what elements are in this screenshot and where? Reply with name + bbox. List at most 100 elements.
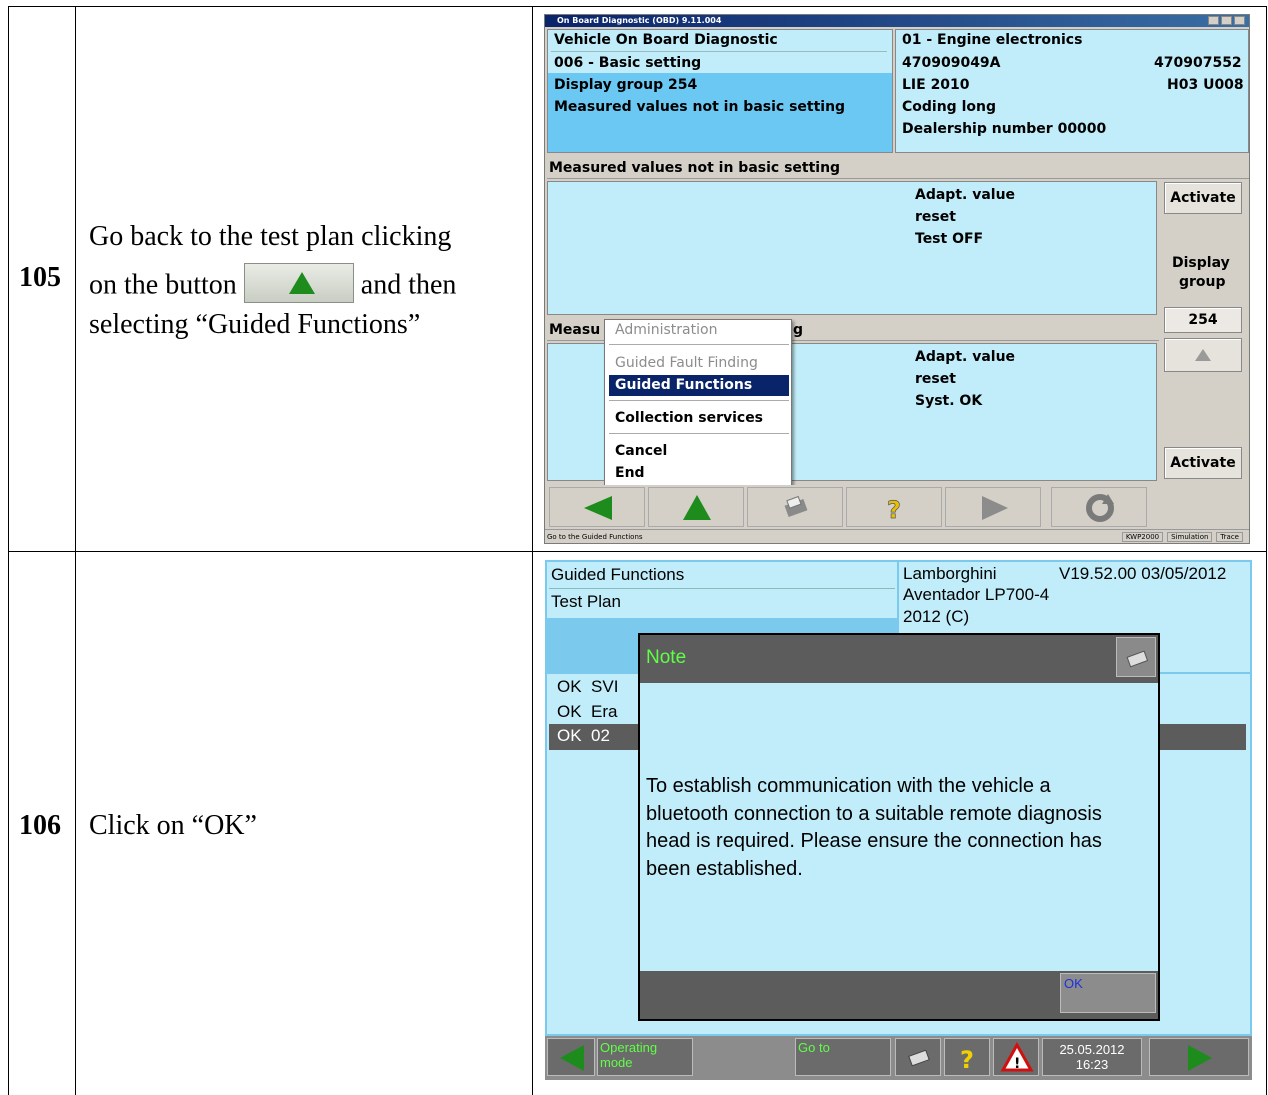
forward-button[interactable]: [1149, 1038, 1249, 1076]
model-label: Aventador LP700-4: [903, 585, 1050, 604]
date-label: 25.05.2012: [1059, 1042, 1125, 1057]
bottom-toolbar: Operating mode Go to ? ! 25.05.2012 16:2…: [545, 1036, 1252, 1080]
back-button[interactable]: [547, 1038, 595, 1076]
list-item[interactable]: OK SVI: [557, 677, 618, 697]
warning-button[interactable]: !: [993, 1038, 1039, 1076]
print-button[interactable]: [895, 1038, 941, 1076]
instruction-line-3: selecting “Guided Functions”: [89, 309, 421, 340]
dialog-header: Note: [640, 635, 1158, 683]
section1-value-2: reset: [915, 209, 956, 225]
up-button[interactable]: [648, 487, 744, 527]
menu-item-end[interactable]: End: [609, 463, 789, 484]
dialog-footer: OK: [640, 971, 1158, 1019]
instruction-line-1: Go back to the test plan clicking: [89, 221, 452, 252]
minimize-button[interactable]: [1208, 16, 1219, 25]
header-divider: [551, 51, 887, 52]
section1-title: Measured values not in basic setting: [547, 157, 1249, 179]
printer-icon: [908, 1049, 930, 1067]
list-item-status: OK: [557, 702, 582, 721]
help-button[interactable]: ?: [846, 487, 942, 527]
coding-label: Coding long: [902, 99, 996, 115]
menu-item-cancel[interactable]: Cancel: [609, 441, 789, 462]
display-group-label-2: group: [1179, 274, 1226, 290]
section1-value-3: Test OFF: [915, 231, 984, 247]
list-item[interactable]: OK Era: [557, 702, 617, 722]
bottom-toolbar: ?: [547, 485, 1249, 529]
right-arrow-icon: [1188, 1045, 1212, 1071]
instruction-line-2a: on the button: [89, 269, 237, 301]
dialog-message: To establish communication with the vehi…: [646, 775, 1102, 880]
status-text: Go to the Guided Functions: [547, 533, 643, 541]
printer-icon: [1126, 650, 1149, 668]
year-label: 2012 (C): [903, 607, 970, 626]
step-number-106: 106: [19, 810, 61, 841]
menu-item-guided-functions[interactable]: Guided Functions: [609, 375, 789, 396]
section2-title-right: g: [793, 322, 804, 338]
list-item-text: SVI: [591, 677, 619, 696]
activate-button-bottom[interactable]: Activate: [1164, 447, 1242, 479]
svg-text:!: !: [1014, 1056, 1020, 1072]
warning-icon: !: [1000, 1041, 1034, 1072]
header-title: Vehicle On Board Diagnostic: [554, 32, 778, 48]
table-border-top: [8, 6, 1267, 7]
maximize-button[interactable]: [1221, 16, 1232, 25]
instruction-line-2b: and then: [360, 269, 457, 301]
group-up-button[interactable]: [1164, 338, 1242, 372]
menu-item-guided-fault-finding[interactable]: Guided Fault Finding: [609, 353, 789, 374]
window-controls: [1208, 16, 1245, 26]
brand-label: Lamborghini: [903, 564, 997, 583]
window-titlebar: On Board Diagnostic (OBD) 9.11.004: [545, 15, 1249, 27]
step-instruction-106: Click on “OK”: [89, 810, 257, 841]
display-group-label-1: Display: [1172, 255, 1230, 271]
svg-text:?: ?: [887, 496, 901, 524]
ok-button[interactable]: OK: [1060, 973, 1156, 1013]
status-indicators: KWP2000 Simulation Trace: [1121, 532, 1243, 542]
list-item[interactable]: OK 02: [557, 726, 610, 746]
section1-value-1: Adapt. value: [915, 187, 1016, 203]
dialog-title: Note: [646, 647, 687, 668]
right-arrow-icon: [982, 496, 1008, 520]
menu-item-administration[interactable]: Administration: [609, 320, 789, 341]
status-simulation: Simulation: [1167, 532, 1213, 542]
up-arrow-button-image: [243, 263, 354, 303]
module-name: 01 - Engine electronics: [902, 32, 1083, 48]
operating-mode-button[interactable]: Operating mode: [597, 1038, 693, 1076]
list-item-status: OK: [557, 677, 582, 696]
header-function: 006 - Basic setting: [554, 55, 702, 71]
left-arrow-icon: [584, 496, 612, 520]
version-label: V19.52.00 03/05/2012: [1059, 564, 1227, 583]
section2-value-3: Syst. OK: [915, 393, 983, 409]
part-number-right: 470907552: [1154, 55, 1242, 71]
print-button[interactable]: [747, 487, 843, 527]
menu-item-collection-services[interactable]: Collection services: [609, 408, 789, 429]
svg-text:?: ?: [960, 1046, 974, 1074]
part-number: 470909049A: [902, 55, 1001, 71]
close-button[interactable]: [1234, 16, 1245, 25]
left-arrow-icon: [560, 1045, 584, 1071]
up-arrow-icon: [683, 495, 711, 520]
table-row-divider: [8, 551, 1267, 552]
forward-button[interactable]: [945, 487, 1041, 527]
help-button[interactable]: ?: [944, 1038, 990, 1076]
test-plan-label: Test Plan: [551, 592, 621, 611]
header-left-divider: [549, 588, 895, 589]
refresh-button[interactable]: [1051, 487, 1147, 527]
instruction-line-2: on the button and then: [89, 263, 529, 307]
operating-mode-label: Operating mode: [600, 1040, 658, 1070]
go-to-button[interactable]: Go to: [795, 1038, 891, 1076]
status-protocol: KWP2000: [1121, 532, 1164, 542]
dialog-print-button[interactable]: [1116, 637, 1156, 677]
back-button[interactable]: [549, 487, 645, 527]
header-status: Measured values not in basic setting: [554, 99, 846, 115]
menu-separator: [609, 433, 789, 434]
guided-functions-screenshot: Guided Functions Test Plan Lamborghini V…: [545, 560, 1252, 1080]
help-icon: ?: [887, 496, 902, 525]
menu-separator: [609, 344, 789, 345]
window-title: On Board Diagnostic (OBD) 9.11.004: [557, 16, 722, 25]
up-triangle-icon: [1195, 349, 1211, 361]
refresh-icon: [1086, 494, 1114, 522]
context-menu: Administration Guided Fault Finding Guid…: [604, 319, 792, 489]
header-display-group: Display group 254: [554, 77, 698, 93]
activate-button-top[interactable]: Activate: [1164, 182, 1242, 214]
section2-title-left: Measu: [549, 322, 601, 338]
